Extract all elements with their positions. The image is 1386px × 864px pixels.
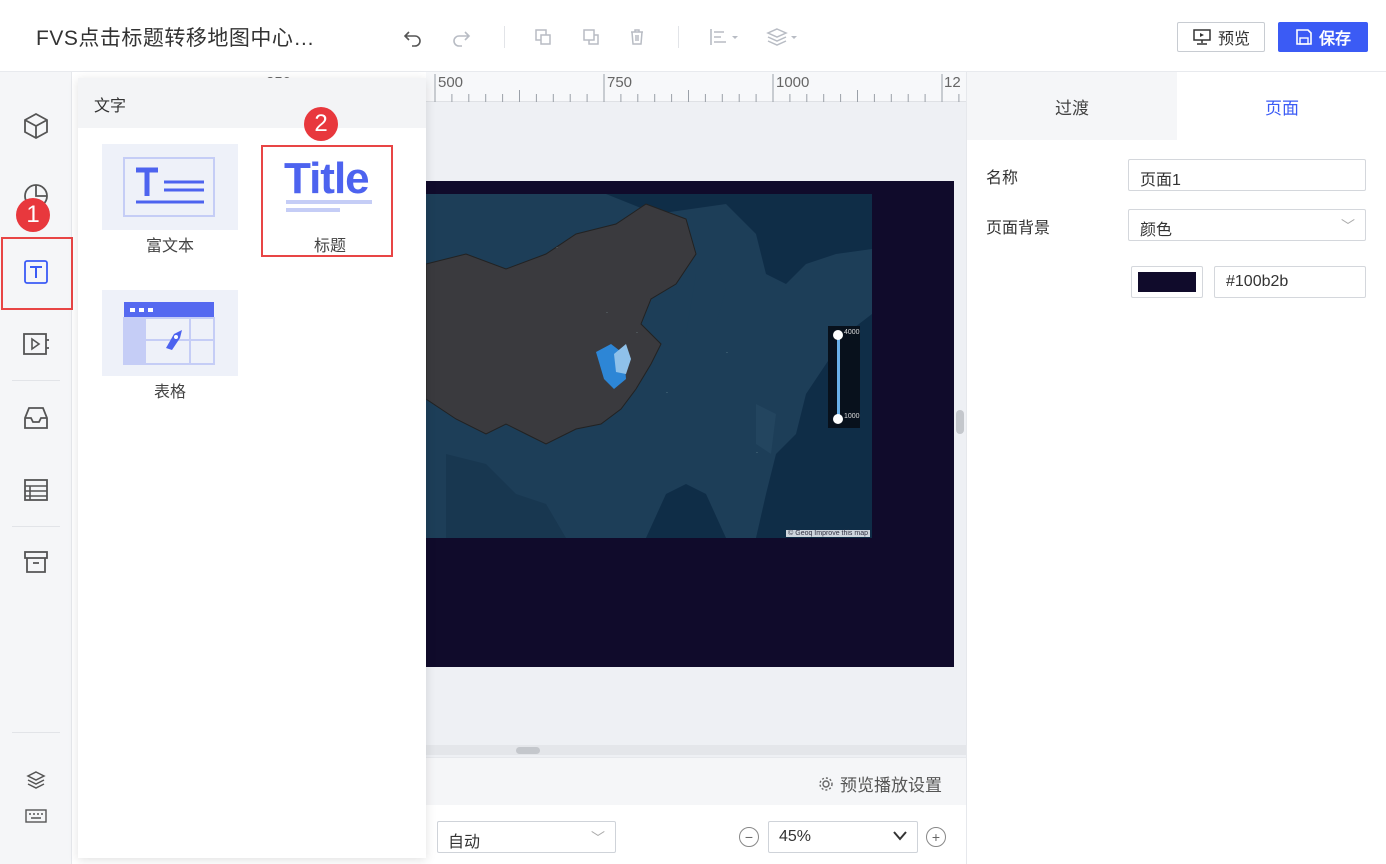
gear-icon [819,776,833,791]
sidebar-item-media[interactable] [14,322,58,366]
horizontal-scrollbar[interactable] [516,747,540,754]
table-icon [24,479,48,501]
svg-text:·: · [666,390,668,396]
background-type-value: 颜色 [1140,222,1173,239]
panel-header: 文字 [78,78,426,128]
sidebar-divider [12,526,60,527]
properties-panel: 过渡 页面 名称 页面1 页面背景 颜色 ﹀ #100b2b [966,72,1386,864]
tab-page[interactable]: 页面 [1177,72,1386,140]
panel-title: 文字 [94,98,127,115]
properties-tabs: 过渡 页面 [967,72,1386,140]
legend-handle-max[interactable] [833,330,843,340]
vertical-scrollbar[interactable] [956,410,964,434]
chevron-down-icon [891,826,909,849]
page-background-label: 页面背景 [986,220,1051,237]
rich-text-icon [123,157,215,217]
table-component-label: 表格 [153,384,186,401]
send-backward-icon[interactable] [580,26,602,48]
sidebar-divider [12,732,60,733]
visual-map-legend[interactable]: 4000 1000 [828,326,860,428]
design-canvas[interactable]: · · · · · · 4000 1000 © Geoq Improve this ma… [426,102,966,757]
map-component[interactable]: · · · · · · 4000 1000 © Geoq Improve this ma… [426,194,872,538]
table-component-icon [123,302,215,365]
legend-slider-track[interactable] [837,334,840,420]
legend-min-label: 1000 [844,413,860,420]
toolbar-divider [678,26,679,48]
zoom-select[interactable]: 45% [768,821,918,853]
page-name-input[interactable]: 页面1 [1128,159,1366,191]
scale-mode-value: 自动 [448,834,481,851]
map-attribution[interactable]: © Geoq Improve this map [786,530,870,537]
zoom-out-button[interactable]: − [739,827,759,847]
sidebar-item-table[interactable] [14,468,58,512]
archive-icon [24,551,48,573]
save-button[interactable]: 保存 [1278,22,1368,52]
rich-text-label: 富文本 [145,238,194,255]
sidebar-divider [12,380,60,381]
horizontal-scroll-track [426,745,966,755]
background-hex-input[interactable]: #100b2b [1214,266,1366,298]
ruler-label: 12 [944,74,961,91]
play-settings-bar: 预览播放设置 [426,757,966,805]
table-component-card[interactable] [102,290,238,376]
save-icon [1296,29,1312,45]
preview-button[interactable]: 预览 [1177,22,1265,52]
ruler-label: 750 [607,74,633,91]
background-color-swatch[interactable] [1131,266,1203,298]
ruler-label: 1000 [776,74,810,91]
background-type-select[interactable]: 颜色 ﹀ [1128,209,1366,241]
sidebar-item-inbox[interactable] [14,396,58,440]
component-sidebar [0,72,72,864]
zoom-value: 45% [779,828,812,845]
save-label: 保存 [1318,31,1351,48]
ruler-label: 500 [438,74,464,91]
play-settings-label: 预览播放设置 [840,776,942,795]
3d-box-icon [24,112,48,140]
toolbar-divider [504,26,505,48]
svg-text:·: · [756,450,758,456]
bring-forward-icon[interactable] [532,26,554,48]
media-icon [23,333,49,355]
undo-icon[interactable] [402,26,424,48]
chevron-down-icon: ﹀ [1341,218,1355,234]
color-swatch-fill [1138,272,1196,292]
scale-mode-select[interactable]: 自动 ﹀ [437,821,616,853]
sidebar-item-keyboard[interactable] [14,794,58,838]
document-title[interactable]: FVS点击标题转移地图中心… [36,22,315,52]
svg-text:·: · [636,330,638,336]
canvas-bottom-bar: 自动 ﹀ − 45% + [426,805,966,864]
tab-transition[interactable]: 过渡 [967,72,1177,140]
callout-box-title-component [261,145,393,257]
callout-badge-1: 1 [16,198,50,232]
svg-text:·: · [726,350,728,356]
sidebar-item-3d[interactable] [14,104,58,148]
layer-order-icon[interactable] [766,26,802,48]
preview-label: 预览 [1217,31,1250,48]
chevron-down-icon: ﹀ [591,830,605,846]
zoom-in-button[interactable]: + [926,827,946,847]
ruler-ticks [434,74,960,102]
svg-text:·: · [606,310,608,316]
delete-icon[interactable] [626,26,648,48]
horizontal-ruler: 250 500 750 1000 12 [266,72,966,102]
name-label: 名称 [986,170,1019,187]
redo-icon[interactable] [450,26,472,48]
legend-handle-min[interactable] [833,414,843,424]
map-graphic: · · · · · · [426,194,872,538]
callout-badge-2: 2 [304,107,338,141]
top-header: FVS点击标题转移地图中心… 预览 保存 [0,0,1386,72]
inbox-icon [24,407,48,429]
svg-text:·: · [556,245,558,251]
sidebar-item-archive[interactable] [14,540,58,584]
align-icon[interactable] [708,26,742,48]
callout-box-text-tab [1,237,73,310]
keyboard-icon [25,809,47,823]
rich-text-card[interactable] [102,144,238,230]
monitor-icon [1193,29,1211,45]
preview-play-settings[interactable]: 预览播放设置 [818,771,942,796]
layers-icon [26,771,46,789]
legend-max-label: 4000 [844,329,860,336]
